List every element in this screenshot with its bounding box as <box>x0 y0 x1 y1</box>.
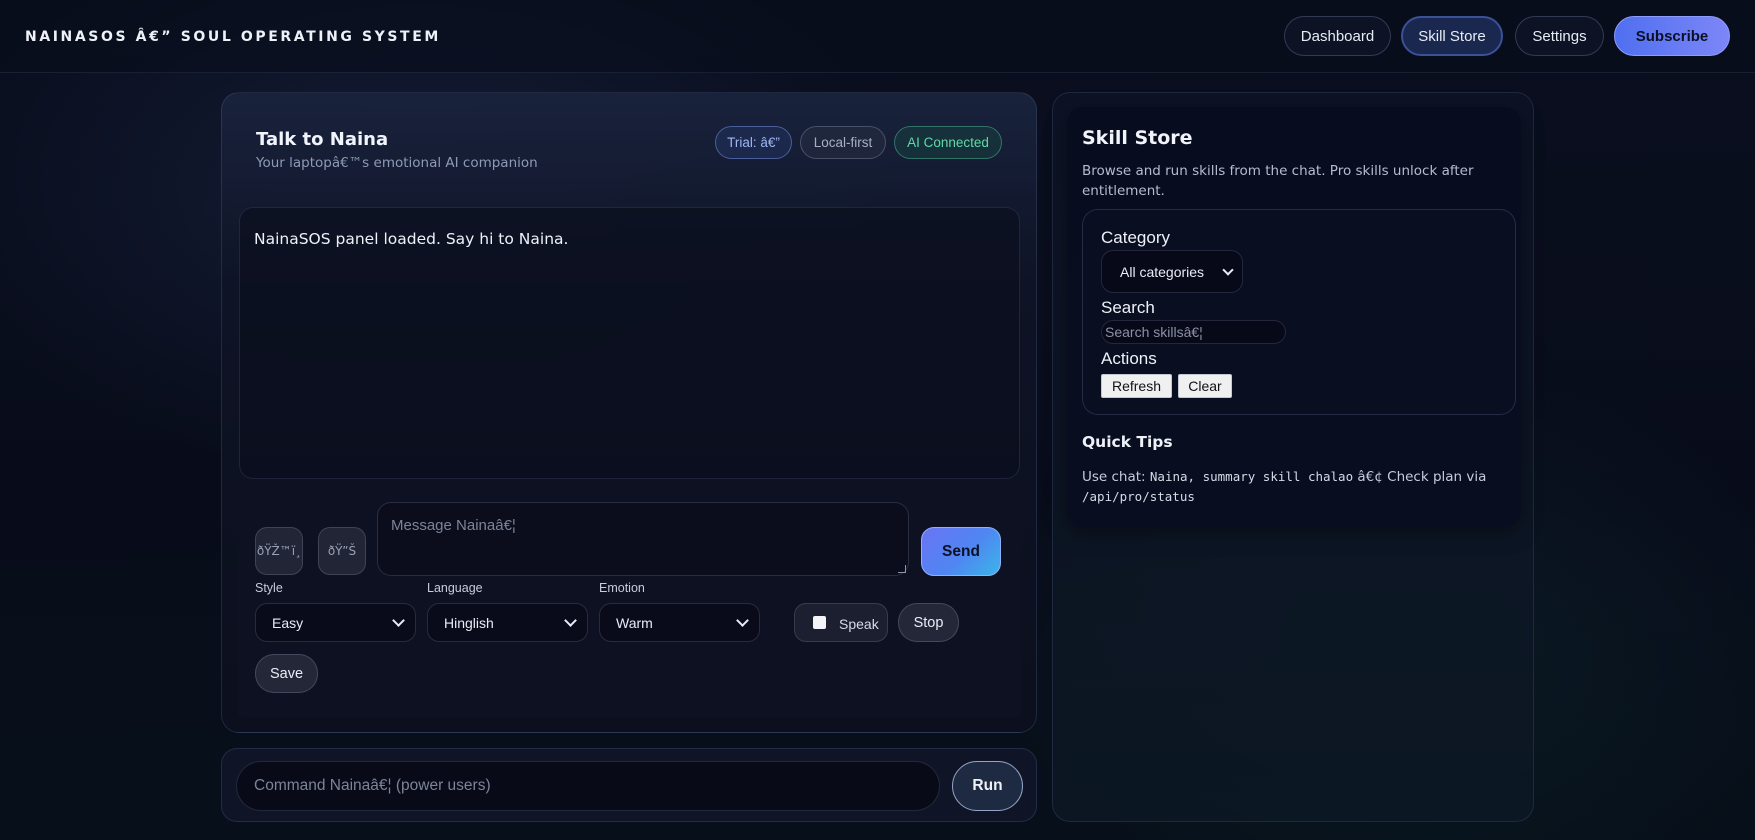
language-select[interactable]: Hinglish <box>427 603 588 642</box>
voice-button[interactable]: ðŸ”Š <box>318 527 366 575</box>
actions-label: Actions <box>1101 349 1157 368</box>
skill-store-card: Skill Store Browse and run skills from t… <box>1067 107 1521 527</box>
clear-button[interactable]: Clear <box>1178 374 1232 398</box>
emotion-select-value: Warm <box>616 614 653 631</box>
chevron-down-icon <box>564 614 577 627</box>
chat-message: NainaSOS panel loaded. Say hi to Naina. <box>254 230 569 248</box>
save-button[interactable]: Save <box>255 654 318 693</box>
category-label: Category <box>1101 228 1170 247</box>
skill-store-panel: Skill Store Browse and run skills from t… <box>1052 92 1534 822</box>
skill-store-description: Browse and run skills from the chat. Pro… <box>1082 163 1474 199</box>
style-select[interactable]: Easy <box>255 603 416 642</box>
ai-connected-badge: AI Connected <box>894 126 1002 159</box>
emotion-label: Emotion <box>599 581 645 595</box>
resize-handle-icon[interactable] <box>898 565 906 573</box>
chat-subtitle: Your laptopâ€™s emotional AI companion <box>256 155 538 171</box>
command-panel: Run <box>221 748 1037 822</box>
chevron-down-icon <box>392 614 405 627</box>
tips-endpoint-code: /api/pro/status <box>1082 489 1195 504</box>
category-select[interactable]: All categories <box>1101 250 1243 293</box>
mic-button[interactable]: ðŸŽ™ï¸ <box>255 527 303 575</box>
category-select-value: All categories <box>1120 263 1205 280</box>
search-label: Search <box>1101 298 1155 317</box>
speak-checkbox[interactable] <box>813 616 826 629</box>
style-select-value: Easy <box>272 614 304 631</box>
local-first-badge: Local-first <box>800 126 886 159</box>
chevron-down-icon <box>1222 264 1234 276</box>
emotion-select[interactable]: Warm <box>599 603 760 642</box>
subscribe-button[interactable]: Subscribe <box>1614 16 1730 56</box>
stop-button[interactable]: Stop <box>898 603 959 642</box>
speak-label: Speak <box>839 616 879 632</box>
skill-search-input[interactable] <box>1101 320 1286 344</box>
skill-filters: Category All categories Search Actions R… <box>1082 209 1516 415</box>
send-button[interactable]: Send <box>921 527 1001 576</box>
nav-dashboard-button[interactable]: Dashboard <box>1284 16 1391 56</box>
composer: ðŸŽ™ï¸ ðŸ”Š Send Style Language Emotion … <box>238 489 1021 717</box>
speaker-icon: ðŸ”Š <box>327 544 357 558</box>
brand-title: NAINASOS Â€” SOUL OPERATING SYSTEM <box>25 29 441 45</box>
nav-settings-button[interactable]: Settings <box>1515 16 1604 56</box>
command-input[interactable] <box>236 761 940 811</box>
chat-panel: Talk to Naina Your laptopâ€™s emotional … <box>221 92 1037 733</box>
language-select-value: Hinglish <box>444 614 494 631</box>
style-label: Style <box>255 581 283 595</box>
chat-log[interactable]: NainaSOS panel loaded. Say hi to Naina. <box>239 207 1020 479</box>
mic-icon: ðŸŽ™ï¸ <box>256 544 302 558</box>
chevron-down-icon <box>736 614 749 627</box>
quick-tips-title: Quick Tips <box>1082 433 1173 451</box>
run-button[interactable]: Run <box>952 761 1023 811</box>
nav-skill-store-button[interactable]: Skill Store <box>1401 16 1503 56</box>
refresh-button[interactable]: Refresh <box>1101 374 1172 398</box>
tips-command-code: Naina, summary skill chalao <box>1149 469 1354 484</box>
trial-badge: Trial: â€” <box>715 126 792 159</box>
message-input[interactable] <box>377 502 909 576</box>
chat-title: Talk to Naina <box>256 129 389 150</box>
top-bar: NAINASOS Â€” SOUL OPERATING SYSTEM Dashb… <box>0 0 1755 73</box>
quick-tips-body: Use chat: Naina, summary skill chalao â€… <box>1082 467 1512 507</box>
language-label: Language <box>427 581 483 595</box>
tips-prefix: Use chat: <box>1082 469 1150 485</box>
skill-store-title: Skill Store <box>1082 127 1193 149</box>
tips-middle: â€¢ Check plan via <box>1353 469 1487 485</box>
speak-toggle[interactable]: Speak <box>794 603 888 642</box>
